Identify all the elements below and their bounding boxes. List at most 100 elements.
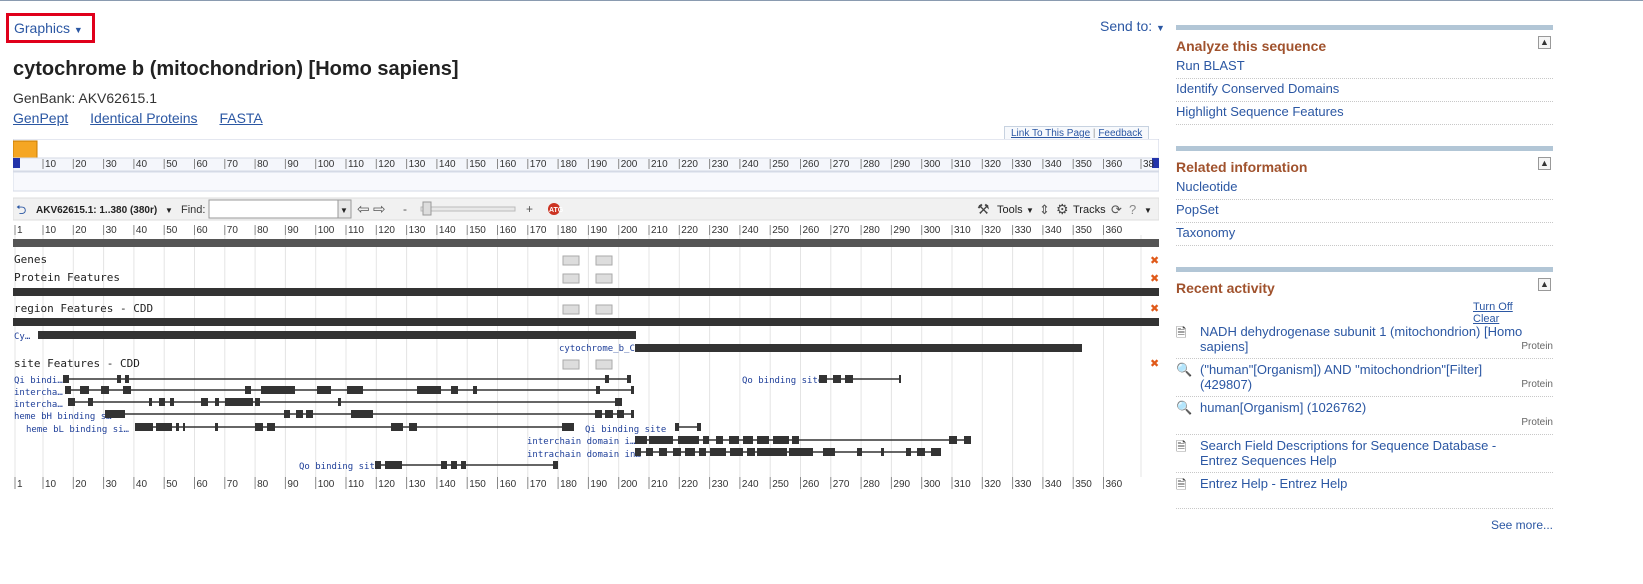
site-feature-block[interactable] [792, 436, 799, 444]
close-icon[interactable]: ✖ [1150, 303, 1159, 315]
track-prev-icon[interactable] [562, 359, 580, 370]
site-feature-block[interactable] [615, 398, 622, 406]
site-feature-block[interactable] [685, 448, 695, 456]
genpept-link[interactable]: GenPept [13, 110, 68, 126]
site-feature-block[interactable] [63, 375, 69, 383]
tools-icon[interactable]: ⚒ [977, 201, 990, 217]
site-feature-block[interactable] [255, 423, 263, 431]
site-feature-block[interactable] [697, 423, 701, 431]
sequence-range[interactable]: AKV62615.1: 1..380 (380r) [36, 205, 157, 216]
site-feature-block[interactable] [317, 386, 331, 394]
site-feature-block[interactable] [730, 448, 743, 456]
site-features-glyphs[interactable] [63, 375, 971, 469]
site-feature-block[interactable] [899, 375, 901, 383]
site-feature-block[interactable] [105, 410, 125, 418]
site-feature-block[interactable] [159, 398, 165, 406]
gear-icon[interactable]: ⚙ [1056, 201, 1069, 217]
site-feature-block[interactable] [284, 410, 290, 418]
zoom-in-button[interactable]: + [526, 202, 533, 216]
site-feature-block[interactable] [417, 386, 441, 394]
site-feature-block[interactable] [267, 423, 275, 431]
site-feature-block[interactable] [201, 398, 208, 406]
site-feature-block[interactable] [117, 375, 121, 383]
site-feature-block[interactable] [135, 423, 153, 431]
site-feature-block[interactable] [101, 386, 109, 394]
site-feature-block[interactable] [646, 448, 653, 456]
feature-cytochrome-b-n[interactable] [38, 331, 636, 339]
site-feature-block[interactable] [743, 436, 753, 444]
site-feature-block[interactable] [881, 448, 884, 456]
site-feature-block[interactable] [245, 386, 251, 394]
send-to-dropdown[interactable]: Send to: ▼ [1100, 18, 1165, 34]
site-feature-block[interactable] [823, 448, 835, 456]
region-feature-bar[interactable] [13, 318, 1159, 326]
site-feature-block[interactable] [595, 410, 602, 418]
find-input[interactable] [208, 199, 352, 219]
site-feature-block[interactable] [125, 375, 129, 383]
fasta-link[interactable]: FASTA [219, 110, 262, 126]
site-feature-block[interactable] [627, 375, 631, 383]
site-feature-block[interactable] [409, 423, 417, 431]
site-feature-block[interactable] [857, 448, 862, 456]
site-feature-block[interactable] [562, 423, 574, 431]
run-blast-link[interactable]: Run BLAST [1176, 56, 1553, 79]
tracks-menu[interactable]: Tracks [1073, 204, 1106, 216]
site-feature-block[interactable] [215, 398, 219, 406]
site-feature-block[interactable] [605, 375, 609, 383]
collapse-toggle-icon[interactable]: ▲ [1538, 278, 1551, 291]
track-next-icon[interactable] [595, 359, 613, 370]
site-feature-block[interactable] [451, 386, 458, 394]
conserved-domains-link[interactable]: Identify Conserved Domains [1176, 79, 1553, 102]
site-feature-block[interactable] [729, 436, 739, 444]
site-feature-block[interactable] [678, 436, 699, 444]
site-feature-block[interactable] [710, 448, 726, 456]
close-icon[interactable]: ✖ [1150, 358, 1159, 370]
site-feature-block[interactable] [703, 436, 709, 444]
site-feature-block[interactable] [88, 398, 93, 406]
site-feature-block[interactable] [123, 386, 131, 394]
pan-right-icon[interactable]: ⇨ [373, 201, 386, 218]
site-feature-block[interactable] [375, 461, 381, 469]
close-icon[interactable]: ✖ [1150, 273, 1159, 285]
scroll-left-icon[interactable] [13, 158, 20, 168]
feedback-link[interactable]: Feedback [1098, 128, 1142, 139]
site-feature-block[interactable] [385, 461, 402, 469]
recent-item[interactable]: 🔍 human[Organism] (1026762) Protein [1176, 399, 1553, 435]
track-site-features[interactable]: site Features - CDD ✖ Qi bindi… intercha… [14, 357, 1159, 472]
track-prev-icon[interactable] [562, 273, 580, 284]
site-feature-block[interactable] [215, 423, 218, 431]
site-feature-block[interactable] [699, 448, 706, 456]
site-feature-block[interactable] [261, 386, 295, 394]
site-feature-block[interactable] [183, 423, 185, 431]
site-feature-block[interactable] [635, 448, 641, 456]
back-icon[interactable]: ⮌ [16, 202, 26, 217]
track-prev-icon[interactable] [562, 304, 580, 315]
recent-item[interactable]: 🗎 Search Field Descriptions for Sequence… [1176, 437, 1553, 473]
site-feature-block[interactable] [391, 423, 403, 431]
site-feature-block[interactable] [649, 436, 673, 444]
site-feature-block[interactable] [675, 423, 679, 431]
graphics-dropdown[interactable]: Graphics ▼ [6, 13, 95, 43]
site-feature-block[interactable] [473, 386, 477, 394]
track-next-icon[interactable] [595, 304, 613, 315]
site-feature-block[interactable] [338, 398, 341, 406]
site-feature-block[interactable] [757, 448, 787, 456]
help-icon[interactable]: ? [1129, 202, 1136, 217]
protein-feature-bar[interactable] [13, 288, 1159, 296]
site-feature-block[interactable] [747, 448, 755, 456]
site-feature-block[interactable] [964, 436, 971, 444]
pan-left-icon[interactable]: ⇦ [357, 201, 370, 218]
site-feature-block[interactable] [296, 410, 303, 418]
overview-selection[interactable] [13, 140, 38, 159]
track-genes[interactable]: Genes ✖ [14, 253, 1159, 267]
site-feature-block[interactable] [461, 461, 466, 469]
site-feature-block[interactable] [635, 436, 647, 444]
zoom-out-button[interactable]: - [403, 202, 407, 216]
taxonomy-link[interactable]: Taxonomy [1176, 223, 1553, 246]
track-region-features[interactable]: region Features - CDD ✖ Cy… cytochrome_b… [13, 302, 1159, 354]
recent-item[interactable]: 🗎 Entrez Help - Entrez Help [1176, 475, 1553, 509]
site-feature-block[interactable] [631, 410, 634, 418]
site-feature-block[interactable] [949, 436, 957, 444]
recent-item[interactable]: 🔍 ("human"[Organism]) AND "mitochondrion… [1176, 361, 1553, 397]
site-feature-block[interactable] [716, 436, 723, 444]
